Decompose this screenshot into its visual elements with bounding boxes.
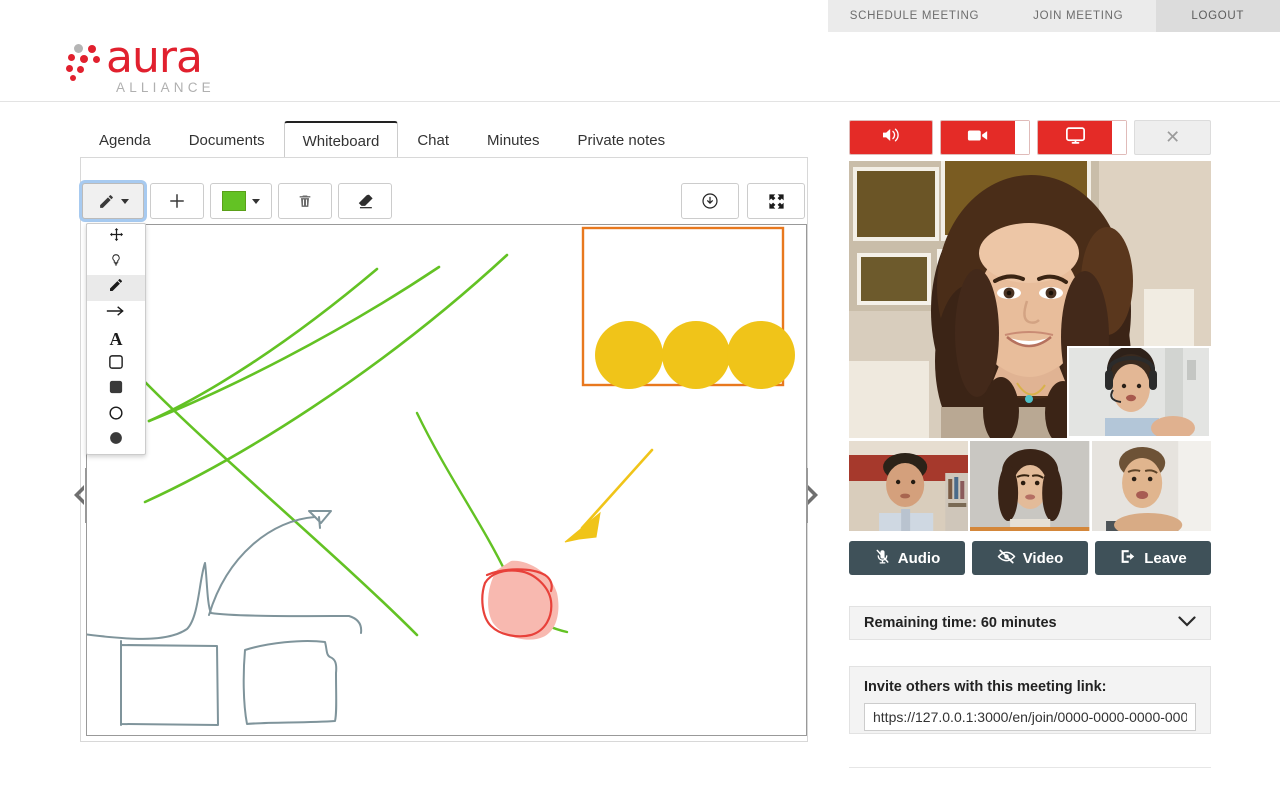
remaining-time-accordion[interactable]: Remaining time: 60 minutes bbox=[849, 606, 1211, 640]
call-controls: Audio Video Leave bbox=[849, 541, 1211, 575]
main-speaker-video[interactable] bbox=[849, 161, 1211, 438]
nav-logout[interactable]: LOGOUT bbox=[1156, 0, 1280, 32]
tool-highlighter[interactable] bbox=[87, 250, 145, 276]
thumb-1-frame bbox=[849, 441, 968, 531]
tool-move[interactable] bbox=[87, 224, 145, 250]
tool-text[interactable]: A bbox=[87, 326, 145, 352]
speaker-toggle-button[interactable] bbox=[849, 120, 933, 155]
nav-join-meeting[interactable]: JOIN MEETING bbox=[1001, 0, 1156, 32]
brand-logo[interactable]: aura ALLIANCE bbox=[66, 40, 246, 95]
participant-thumbnails bbox=[849, 441, 1211, 531]
tool-rectangle-outline[interactable] bbox=[87, 352, 145, 378]
leave-meeting-button[interactable]: Leave bbox=[1095, 541, 1211, 575]
participant-thumb-2[interactable] bbox=[970, 441, 1089, 531]
color-swatch bbox=[222, 191, 246, 211]
move-icon bbox=[109, 227, 124, 247]
screenshare-dropdown-split[interactable] bbox=[1112, 121, 1126, 154]
tool-circle-outline[interactable] bbox=[87, 403, 145, 429]
pencil-tool-button[interactable] bbox=[82, 183, 144, 219]
pencil-icon bbox=[108, 277, 124, 298]
plus-icon bbox=[168, 192, 186, 210]
camera-dropdown-split[interactable] bbox=[1015, 121, 1029, 154]
circle-filled-icon bbox=[109, 431, 123, 450]
prev-page-button[interactable] bbox=[70, 482, 88, 508]
trash-icon bbox=[297, 193, 313, 210]
chevron-down-icon bbox=[121, 199, 129, 204]
canvas-drawings bbox=[87, 225, 807, 736]
chevron-down-icon bbox=[1178, 614, 1196, 632]
tool-rectangle-filled[interactable] bbox=[87, 377, 145, 403]
tab-whiteboard[interactable]: Whiteboard bbox=[284, 121, 399, 159]
header-divider bbox=[0, 101, 1280, 102]
monitor-icon bbox=[1065, 126, 1086, 150]
expand-icon bbox=[767, 192, 786, 211]
invite-link-input[interactable] bbox=[864, 703, 1196, 731]
fullscreen-button[interactable] bbox=[747, 183, 805, 219]
whiteboard-toolbar-right bbox=[681, 183, 805, 219]
main-tabs: Agenda Documents Whiteboard Chat Minutes… bbox=[80, 122, 684, 157]
download-board-button[interactable] bbox=[681, 183, 739, 219]
screenshare-toggle-button[interactable] bbox=[1037, 120, 1127, 155]
eraser-icon bbox=[356, 192, 375, 211]
whiteboard-toolbar bbox=[82, 183, 392, 219]
tab-minutes[interactable]: Minutes bbox=[468, 122, 559, 157]
eraser-button[interactable] bbox=[338, 183, 392, 219]
invite-label: Invite others with this meeting link: bbox=[864, 679, 1196, 695]
clear-board-button[interactable] bbox=[278, 183, 332, 219]
logo-wordmark: aura bbox=[106, 36, 202, 80]
app-root: SCHEDULE MEETING JOIN MEETING LOGOUT aur… bbox=[0, 0, 1280, 800]
tab-agenda[interactable]: Agenda bbox=[80, 122, 170, 157]
close-video-button[interactable]: ✕ bbox=[1134, 120, 1211, 155]
thumb-3-frame bbox=[1092, 441, 1211, 531]
video-toggle-button[interactable]: Video bbox=[972, 541, 1088, 575]
mic-muted-icon bbox=[874, 548, 891, 569]
participant-thumb-3[interactable] bbox=[1092, 441, 1211, 531]
nav-schedule-meeting[interactable]: SCHEDULE MEETING bbox=[828, 0, 1001, 32]
arrow-right-icon bbox=[106, 304, 126, 323]
camera-icon bbox=[967, 128, 989, 148]
circle-outline-icon bbox=[109, 406, 123, 425]
color-picker-button[interactable] bbox=[210, 183, 272, 219]
thumb-2-frame bbox=[970, 441, 1089, 531]
add-page-button[interactable] bbox=[150, 183, 204, 219]
participant-thumb-1[interactable] bbox=[849, 441, 968, 531]
remaining-time-label: Remaining time: 60 minutes bbox=[864, 615, 1057, 631]
tab-chat[interactable]: Chat bbox=[398, 122, 468, 157]
tool-circle-filled[interactable] bbox=[87, 428, 145, 454]
top-navigation: SCHEDULE MEETING JOIN MEETING LOGOUT bbox=[828, 0, 1280, 32]
highlighter-icon bbox=[109, 252, 123, 273]
whiteboard-canvas[interactable] bbox=[86, 224, 807, 736]
tool-dropdown-menu: A bbox=[86, 223, 146, 455]
tab-documents[interactable]: Documents bbox=[170, 122, 284, 157]
tab-private-notes[interactable]: Private notes bbox=[559, 122, 685, 157]
speaker-icon bbox=[881, 127, 901, 148]
leave-label: Leave bbox=[1144, 550, 1187, 567]
bottom-divider bbox=[849, 767, 1211, 768]
square-outline-icon bbox=[109, 355, 123, 374]
logo-subtitle: ALLIANCE bbox=[116, 80, 215, 95]
audio-toggle-button[interactable]: Audio bbox=[849, 541, 965, 575]
pip-video-frame bbox=[1069, 348, 1209, 436]
camera-toggle-button[interactable] bbox=[940, 120, 1030, 155]
video-label: Video bbox=[1023, 550, 1064, 567]
media-toggle-row: ✕ bbox=[849, 120, 1211, 155]
download-icon bbox=[701, 192, 719, 210]
tool-arrow[interactable] bbox=[87, 301, 145, 327]
square-filled-icon bbox=[109, 380, 123, 399]
audio-label: Audio bbox=[898, 550, 941, 567]
tool-pencil[interactable] bbox=[87, 275, 145, 301]
text-a-icon: A bbox=[110, 330, 123, 348]
self-view-video[interactable] bbox=[1067, 346, 1211, 438]
next-page-button[interactable] bbox=[804, 482, 822, 508]
video-off-icon bbox=[997, 548, 1016, 569]
exit-icon bbox=[1119, 548, 1137, 569]
pencil-icon bbox=[98, 193, 115, 210]
invite-panel: Invite others with this meeting link: bbox=[849, 666, 1211, 734]
chevron-down-icon bbox=[252, 199, 260, 204]
